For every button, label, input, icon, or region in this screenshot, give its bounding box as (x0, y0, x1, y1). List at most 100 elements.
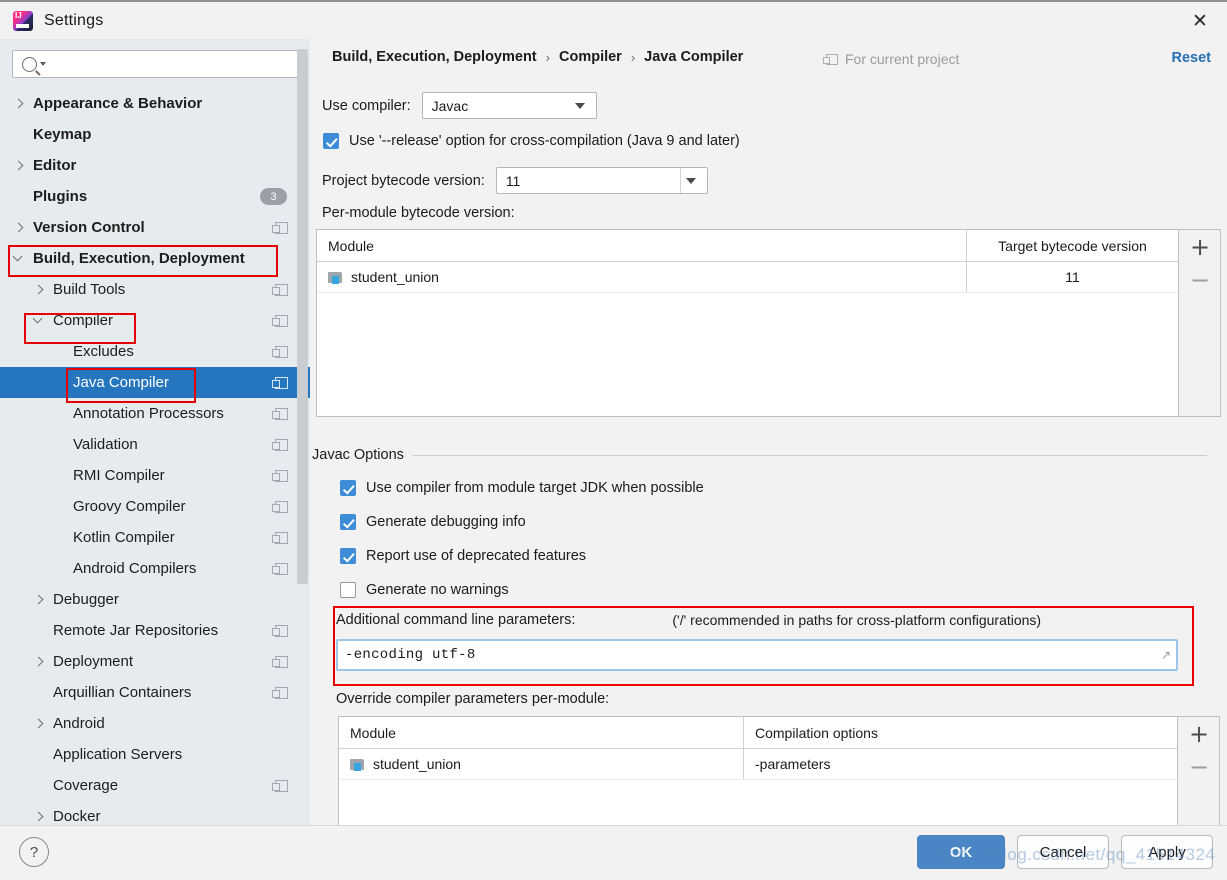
help-button[interactable]: ? (19, 837, 49, 867)
use-compiler-select[interactable]: Javac (422, 92, 597, 119)
project-bytecode-select[interactable]: 11 (496, 167, 708, 194)
project-scope-icon (275, 563, 288, 575)
javac-options-group-header: Javac Options (312, 447, 1227, 463)
javac-option-checkbox-0[interactable] (340, 480, 356, 496)
chevron-down-icon[interactable] (34, 315, 45, 326)
javac-option-row-1[interactable]: Generate debugging info (340, 505, 704, 539)
cancel-button[interactable]: Cancel (1017, 835, 1109, 869)
sidebar-item-label: Compiler (53, 312, 113, 329)
project-scope-icon (275, 532, 288, 544)
sidebar-item-compiler[interactable]: Compiler (0, 305, 310, 336)
tree-spacer (34, 687, 45, 698)
table-row[interactable]: student_union -parameters (339, 749, 1219, 780)
chevron-right-icon[interactable] (14, 98, 25, 109)
javac-option-checkbox-1[interactable] (340, 514, 356, 530)
scope-indicator: For current project (826, 51, 959, 67)
bytecode-col-target[interactable]: Target bytecode version (967, 230, 1178, 261)
chevron-right-icon[interactable] (34, 718, 45, 729)
javac-option-label-3: Generate no warnings (366, 582, 509, 598)
sidebar-item-label: Application Servers (53, 746, 182, 763)
project-bytecode-label: Project bytecode version: (322, 173, 485, 189)
add-module-button[interactable]: + (1179, 230, 1221, 263)
use-compiler-row: Use compiler: Javac (322, 92, 597, 119)
chevron-right-icon[interactable] (14, 222, 25, 233)
override-cell-options: -parameters (744, 749, 1177, 779)
bytecode-col-module[interactable]: Module (317, 230, 967, 261)
project-scope-icon (275, 501, 288, 513)
sidebar-scrollbar[interactable] (297, 49, 308, 584)
javac-option-row-2[interactable]: Report use of deprecated features (340, 539, 704, 573)
override-col-options[interactable]: Compilation options (744, 717, 1177, 748)
use-release-option-row[interactable]: Use '--release' option for cross-compila… (323, 133, 740, 149)
sidebar-item-editor[interactable]: Editor (0, 150, 310, 181)
sidebar-item-label: Kotlin Compiler (73, 529, 175, 546)
sidebar-item-rmi-compiler[interactable]: RMI Compiler (0, 460, 310, 491)
sidebar-item-excludes[interactable]: Excludes (0, 336, 310, 367)
sidebar-item-arquillian-containers[interactable]: Arquillian Containers (0, 677, 310, 708)
settings-tree: Appearance & BehaviorKeymapEditorPlugins… (0, 88, 310, 826)
sidebar-item-validation[interactable]: Validation (0, 429, 310, 460)
sidebar-item-android-compilers[interactable]: Android Compilers (0, 553, 310, 584)
chevron-right-icon[interactable] (34, 284, 45, 295)
dialog-footer: ? OK Cancel Apply (0, 825, 1227, 880)
javac-option-row-0[interactable]: Use compiler from module target JDK when… (340, 471, 704, 505)
project-scope-icon (275, 780, 288, 792)
sidebar-item-label: Validation (73, 436, 138, 453)
sidebar-item-keymap[interactable]: Keymap (0, 119, 310, 150)
sidebar-item-label: Docker (53, 808, 101, 825)
sidebar-item-label: Groovy Compiler (73, 498, 186, 515)
breadcrumb-separator-icon: › (631, 50, 635, 65)
sidebar-item-deployment[interactable]: Deployment (0, 646, 310, 677)
sidebar-item-label: Version Control (33, 219, 145, 236)
tree-spacer (54, 532, 65, 543)
sidebar-item-version-control[interactable]: Version Control (0, 212, 310, 243)
close-icon[interactable]: ✕ (1173, 2, 1227, 39)
apply-button[interactable]: Apply (1121, 835, 1213, 869)
sidebar-item-appearance-behavior[interactable]: Appearance & Behavior (0, 88, 310, 119)
sidebar-item-build-execution-deployment[interactable]: Build, Execution, Deployment (0, 243, 310, 274)
sidebar-item-application-servers[interactable]: Application Servers (0, 739, 310, 770)
use-release-option-checkbox[interactable] (323, 133, 339, 149)
javac-options-list: Use compiler from module target JDK when… (340, 471, 704, 607)
sidebar-item-annotation-processors[interactable]: Annotation Processors (0, 398, 310, 429)
sidebar-item-debugger[interactable]: Debugger (0, 584, 310, 615)
sidebar-item-java-compiler[interactable]: Java Compiler (0, 367, 310, 398)
window-title: Settings (44, 12, 103, 30)
reset-link[interactable]: Reset (1172, 50, 1212, 66)
javac-option-row-3[interactable]: Generate no warnings (340, 573, 704, 607)
sidebar-item-plugins[interactable]: Plugins3 (0, 181, 310, 212)
override-table-header: Module Compilation options (339, 717, 1219, 749)
sidebar-item-coverage[interactable]: Coverage (0, 770, 310, 801)
breadcrumb-item-0[interactable]: Build, Execution, Deployment (332, 49, 537, 65)
search-box[interactable] (12, 50, 298, 78)
search-input[interactable] (46, 50, 297, 78)
sidebar-item-docker[interactable]: Docker (0, 801, 310, 826)
breadcrumb-item-1[interactable]: Compiler (559, 49, 622, 65)
sidebar-item-groovy-compiler[interactable]: Groovy Compiler (0, 491, 310, 522)
sidebar-item-remote-jar-repositories[interactable]: Remote Jar Repositories (0, 615, 310, 646)
override-col-module[interactable]: Module (339, 717, 744, 748)
chevron-down-icon[interactable] (14, 253, 25, 264)
sidebar-item-kotlin-compiler[interactable]: Kotlin Compiler (0, 522, 310, 553)
add-override-button[interactable]: + (1178, 717, 1220, 750)
bytecode-cell-module: student_union (317, 262, 967, 292)
tree-spacer (54, 377, 65, 388)
javac-option-checkbox-3[interactable] (340, 582, 356, 598)
chevron-right-icon[interactable] (34, 811, 45, 822)
project-scope-icon (275, 315, 288, 327)
project-bytecode-row: Project bytecode version: 11 (322, 167, 708, 194)
chevron-right-icon[interactable] (34, 656, 45, 667)
settings-content: Build, Execution, Deployment › Compiler … (310, 39, 1227, 826)
ok-button[interactable]: OK (917, 835, 1005, 869)
scope-label: For current project (845, 51, 959, 67)
table-row[interactable]: student_union 11 (317, 262, 1220, 293)
tree-spacer (34, 780, 45, 791)
expand-editor-icon[interactable]: ↗ (1161, 648, 1171, 662)
sidebar-item-android[interactable]: Android (0, 708, 310, 739)
javac-option-checkbox-2[interactable] (340, 548, 356, 564)
chevron-right-icon[interactable] (14, 160, 25, 171)
sidebar-item-build-tools[interactable]: Build Tools (0, 274, 310, 305)
sidebar-item-label: Annotation Processors (73, 405, 224, 422)
additional-params-field[interactable]: -encoding utf-8 ↗ (336, 639, 1178, 671)
chevron-right-icon[interactable] (34, 594, 45, 605)
